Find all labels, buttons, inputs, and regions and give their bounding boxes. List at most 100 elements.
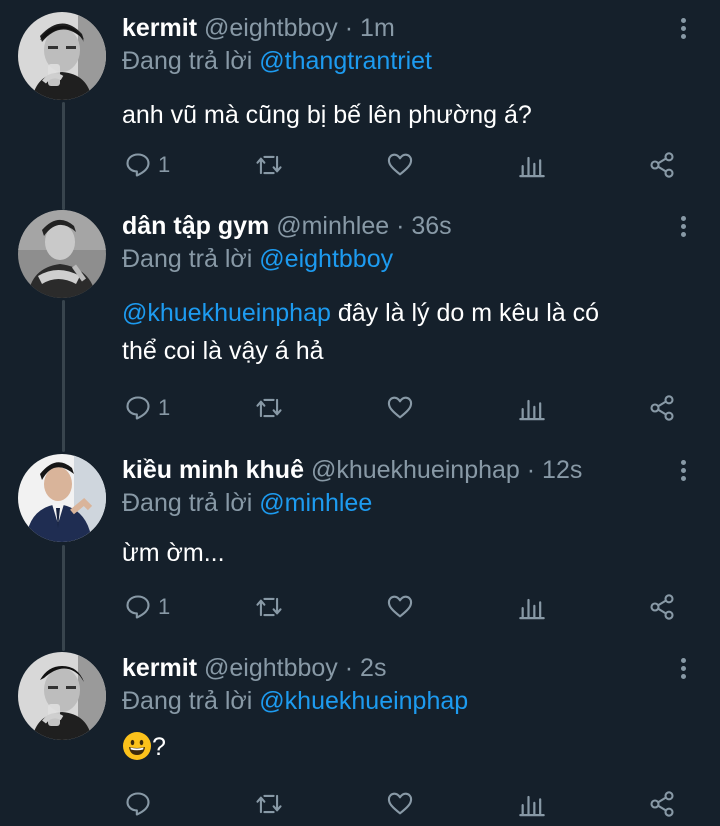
- avatar-image: [18, 12, 106, 100]
- like-button[interactable]: [386, 587, 414, 627]
- tweet-text: ?: [122, 728, 682, 766]
- separator-dot: ·: [396, 212, 405, 240]
- share-button[interactable]: [648, 784, 676, 824]
- share-button[interactable]: [648, 145, 676, 185]
- analytics-button[interactable]: [518, 784, 546, 824]
- reply-icon: [126, 595, 150, 619]
- timestamp[interactable]: 2s: [360, 654, 386, 682]
- tweet-header: kiều minh khuê @khuekhueinphap · 12s: [122, 454, 582, 486]
- username[interactable]: @eightbboy: [204, 654, 338, 682]
- more-vertical-icon[interactable]: [674, 214, 692, 238]
- analytics-icon: [519, 598, 545, 620]
- replying-to: Đang trả lời @eightbboy: [122, 243, 393, 275]
- reply-button[interactable]: [124, 784, 158, 824]
- separator-dot: ·: [526, 456, 536, 484]
- action-bar: [120, 784, 690, 824]
- tweet[interactable]: kermit @eightbboy · 2s Đang trả lời @khu…: [0, 652, 720, 826]
- replying-to-mention[interactable]: @eightbboy: [259, 245, 393, 273]
- timestamp[interactable]: 1m: [360, 14, 395, 42]
- analytics-icon: [519, 399, 545, 421]
- replying-to-label: Đang trả lời: [122, 687, 253, 715]
- reply-icon: [126, 153, 150, 177]
- more-vertical-icon[interactable]: [674, 16, 692, 40]
- share-icon: [650, 395, 674, 421]
- replying-to-mention[interactable]: @minhlee: [259, 489, 372, 517]
- retweet-button[interactable]: [254, 388, 284, 428]
- analytics-button[interactable]: [518, 145, 546, 185]
- display-name[interactable]: kiều minh khuê: [122, 456, 304, 484]
- analytics-icon: [519, 795, 545, 817]
- reply-count: 1: [158, 594, 171, 619]
- action-bar: 1: [120, 145, 690, 185]
- tweet[interactable]: kiều minh khuê @khuekhueinphap · 12s Đan…: [0, 454, 720, 644]
- tweet-text-content: anh vũ mà cũng bị bế lên phường á?: [122, 101, 532, 129]
- reply-icon: [126, 396, 150, 420]
- tweet-mention[interactable]: @khuekhueinphap: [122, 299, 331, 327]
- grinning-face-emoji: [123, 732, 151, 760]
- heart-icon: [387, 792, 413, 815]
- tweet-text-content: ừm ờm...: [122, 539, 225, 567]
- reply-count: 1: [158, 152, 171, 177]
- timestamp[interactable]: 36s: [411, 212, 451, 240]
- retweet-icon: [256, 597, 282, 617]
- tweet[interactable]: dân tập gym @minhlee · 36s Đang trả lời …: [0, 210, 720, 445]
- reply-count: 1: [158, 395, 171, 420]
- display-name[interactable]: dân tập gym: [122, 212, 269, 240]
- like-button[interactable]: [386, 784, 414, 824]
- tweet[interactable]: kermit @eightbboy · 1m Đang trả lời @tha…: [0, 12, 720, 202]
- avatar-image: [18, 652, 106, 740]
- separator-dot: ·: [344, 14, 354, 42]
- more-vertical-icon[interactable]: [674, 656, 692, 680]
- replying-to: Đang trả lời @minhlee: [122, 487, 372, 519]
- timestamp[interactable]: 12s: [542, 456, 582, 484]
- analytics-icon: [519, 156, 545, 178]
- tweet-text-line-2: thể coi là vậy á hả: [122, 337, 324, 365]
- retweet-icon: [256, 155, 282, 175]
- share-icon: [650, 791, 674, 817]
- reply-button[interactable]: 1: [124, 145, 170, 185]
- reply-button[interactable]: 1: [124, 388, 170, 428]
- avatar[interactable]: [18, 210, 106, 298]
- action-bar: 1: [120, 587, 690, 627]
- action-bar: 1: [120, 388, 690, 428]
- tweet-text-line-1: đây là lý do m kêu là có: [330, 299, 600, 327]
- tweet-text: @khuekhueinphap đây là lý do m kêu là có…: [122, 294, 682, 370]
- replying-to-mention[interactable]: @khuekhueinphap: [259, 687, 468, 715]
- like-button[interactable]: [386, 145, 414, 185]
- reply-button[interactable]: 1: [124, 587, 170, 627]
- display-name[interactable]: kermit: [122, 654, 197, 682]
- analytics-button[interactable]: [518, 388, 546, 428]
- retweet-icon: [256, 794, 282, 814]
- username[interactable]: @eightbboy: [204, 14, 338, 42]
- replying-to: Đang trả lời @khuekhueinphap: [122, 685, 468, 717]
- more-vertical-icon[interactable]: [674, 458, 692, 482]
- replying-to-label: Đang trả lời: [122, 245, 253, 273]
- heart-icon: [387, 396, 413, 419]
- heart-icon: [387, 153, 413, 176]
- tweet-text: ừm ờm...: [122, 534, 682, 572]
- replying-to-label: Đang trả lời: [122, 489, 253, 517]
- tweet-text: anh vũ mà cũng bị bế lên phường á?: [122, 96, 682, 134]
- replying-to-label: Đang trả lời: [122, 47, 253, 75]
- like-button[interactable]: [386, 388, 414, 428]
- display-name[interactable]: kermit: [122, 14, 197, 42]
- share-button[interactable]: [648, 388, 676, 428]
- avatar[interactable]: [18, 652, 106, 740]
- avatar-image: [18, 454, 106, 542]
- retweet-button[interactable]: [254, 587, 284, 627]
- retweet-icon: [256, 398, 282, 418]
- tweet-header: kermit @eightbboy · 1m: [122, 12, 395, 44]
- share-icon: [650, 594, 674, 620]
- analytics-button[interactable]: [518, 587, 546, 627]
- username[interactable]: @khuekhueinphap: [311, 456, 520, 484]
- retweet-button[interactable]: [254, 145, 284, 185]
- retweet-button[interactable]: [254, 784, 284, 824]
- avatar[interactable]: [18, 12, 106, 100]
- tweet-header: kermit @eightbboy · 2s: [122, 652, 386, 684]
- reply-icon: [126, 792, 150, 816]
- share-button[interactable]: [648, 587, 676, 627]
- username[interactable]: @minhlee: [276, 212, 389, 240]
- avatar[interactable]: [18, 454, 106, 542]
- replying-to-mention[interactable]: @thangtrantriet: [259, 47, 432, 75]
- avatar-image: [18, 210, 106, 298]
